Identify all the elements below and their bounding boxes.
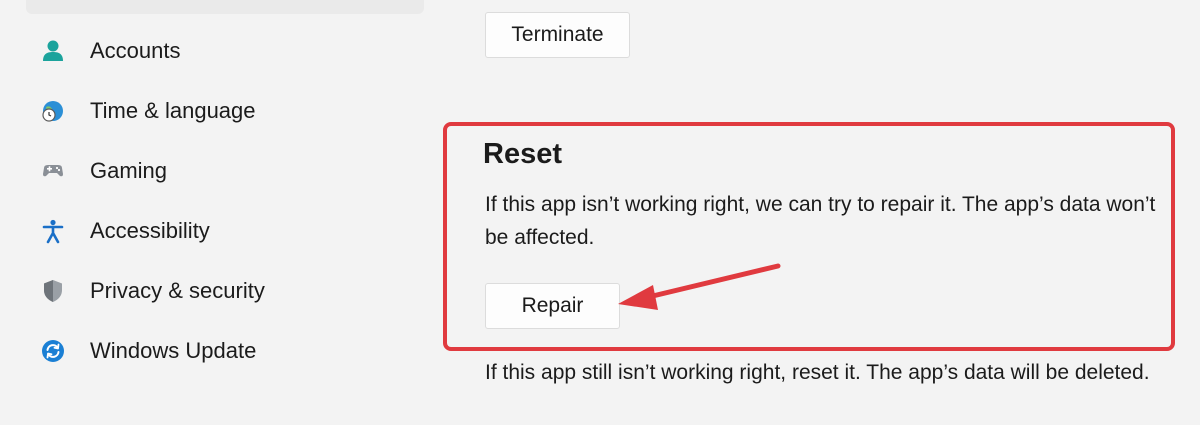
sidebar-item-accessibility[interactable]: Accessibility — [26, 208, 424, 252]
repair-button[interactable]: Repair — [485, 283, 620, 329]
sidebar-item-label: Gaming — [90, 158, 168, 183]
globe-clock-icon — [40, 98, 66, 124]
sidebar-item-accounts[interactable]: Accounts — [26, 28, 424, 72]
update-icon — [40, 338, 66, 364]
sidebar-item-label: Accounts — [90, 38, 181, 63]
main-content: Terminate Reset If this app isn’t workin… — [440, 0, 1200, 425]
accessibility-icon — [40, 218, 66, 244]
person-icon — [40, 38, 66, 64]
shield-icon — [40, 278, 66, 304]
sidebar: Accounts Time & language Gaming Accessib… — [0, 0, 440, 425]
sidebar-item-apps-selected[interactable] — [26, 0, 424, 14]
settings-window: Accounts Time & language Gaming Accessib… — [0, 0, 1200, 425]
section-title-reset: Reset — [483, 138, 562, 170]
sidebar-item-windows-update[interactable]: Windows Update — [26, 328, 424, 372]
sidebar-item-gaming[interactable]: Gaming — [26, 148, 424, 192]
terminate-button[interactable]: Terminate — [485, 12, 630, 58]
sidebar-item-privacy-security[interactable]: Privacy & security — [26, 268, 424, 312]
sidebar-item-label: Windows Update — [90, 338, 257, 363]
sidebar-item-label: Privacy & security — [90, 278, 265, 303]
sidebar-item-time-language[interactable]: Time & language — [26, 88, 424, 132]
repair-description: If this app isn’t working right, we can … — [485, 193, 1156, 249]
reset-description: If this app still isn’t working right, r… — [485, 361, 1150, 384]
gamepad-icon — [40, 158, 66, 184]
sidebar-item-label: Time & language — [90, 98, 256, 123]
sidebar-item-label: Accessibility — [90, 218, 210, 243]
